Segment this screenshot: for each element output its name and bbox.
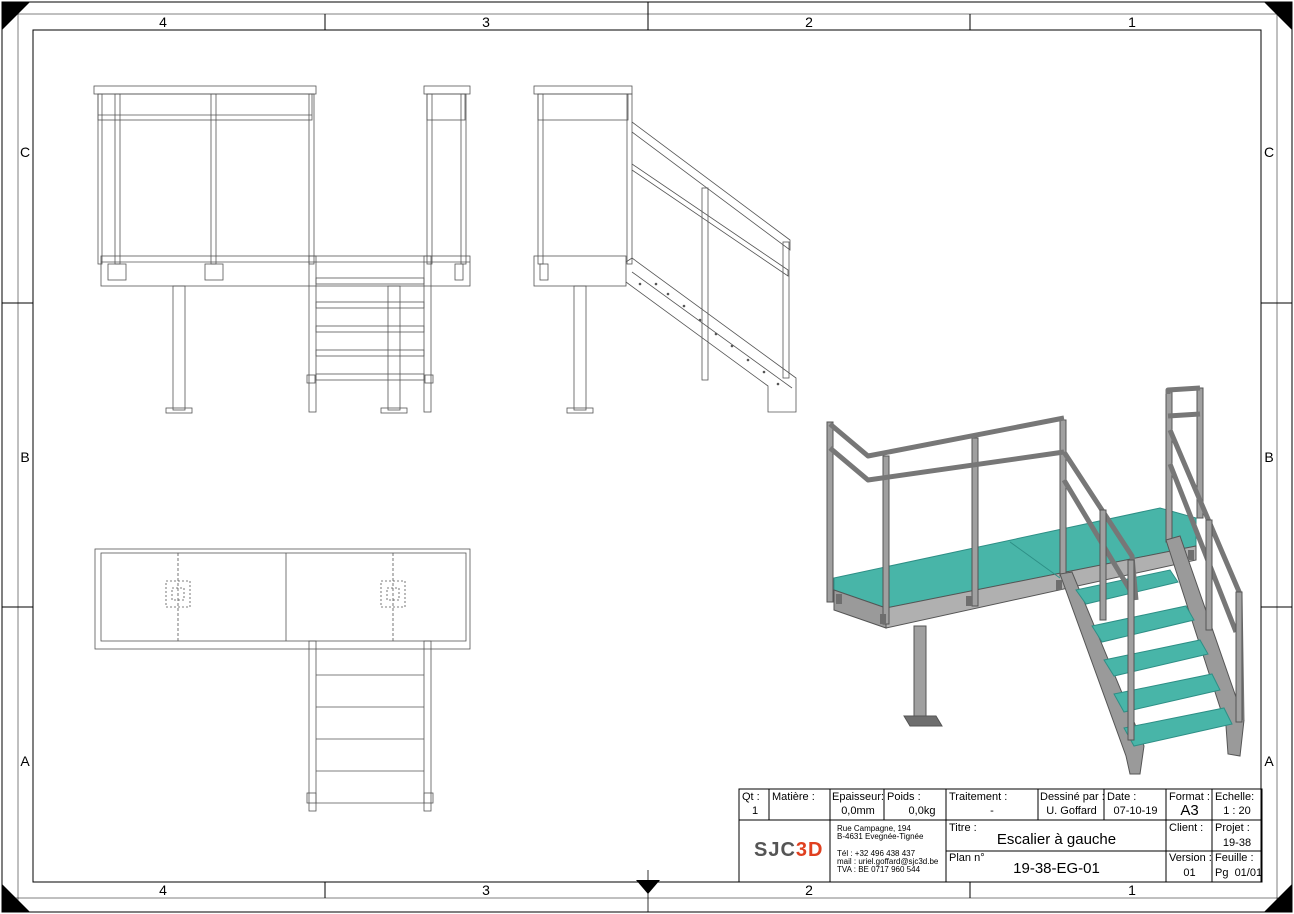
date-value: 07-10-19 [1113, 805, 1158, 817]
company-logo: SJC3D [754, 839, 823, 862]
plan-value: 19-38-EG-01 [1013, 860, 1100, 877]
zone-row-c-left: C [19, 144, 31, 160]
logo-right-text: 3D [795, 839, 824, 861]
corner-mark-tr [1264, 2, 1292, 30]
version-value: 01 [1183, 867, 1196, 879]
zone-row-b-right: B [1264, 449, 1274, 465]
top-view [94, 548, 471, 812]
zone-col-4-bottom: 4 [159, 882, 167, 898]
matiere-label: Matière : [772, 791, 815, 803]
zone-row-a-left: A [20, 753, 30, 769]
feuille-label: Feuille : [1215, 852, 1254, 864]
isometric-view [826, 385, 1245, 775]
titre-value: Escalier à gauche [996, 831, 1117, 848]
epaisseur-label: Epaisseur: [832, 791, 884, 803]
zone-col-3-top: 3 [482, 14, 490, 30]
zone-col-2-bottom: 2 [805, 882, 813, 898]
inner-frame [32, 29, 1262, 883]
format-value: A3 [1180, 802, 1199, 819]
zone-row-b-left: B [20, 449, 30, 465]
zone-col-1-top: 1 [1128, 14, 1136, 30]
echelle-value: 1 : 20 [1223, 805, 1251, 817]
poids-label: Poids : [887, 791, 921, 803]
poids-value: 0,0kg [908, 805, 936, 817]
drawing-sheet: 4 3 2 1 4 3 2 1 C B A C B A Qt : 1 Matiè… [0, 0, 1294, 914]
traitement-value: - [990, 805, 994, 817]
zone-row-a-right: A [1264, 753, 1274, 769]
zone-col-2-top: 2 [805, 14, 813, 30]
projet-value: 19-38 [1222, 837, 1252, 849]
zone-col-4-top: 4 [159, 14, 167, 30]
projet-label: Projet : [1215, 822, 1250, 834]
logo-left-text: SJC [754, 839, 796, 861]
corner-mark-tl [2, 2, 30, 30]
side-view [533, 85, 797, 414]
zone-dividers [2, 2, 1292, 912]
feuille-value: Pg 01/01 [1215, 867, 1263, 879]
zone-row-c-right: C [1263, 144, 1275, 160]
outer-frame [1, 1, 1293, 913]
qt-value: 1 [751, 805, 759, 817]
drawing-canvas [1, 1, 1293, 913]
traitement-label: Traitement : [949, 791, 1008, 803]
front-view [93, 85, 471, 414]
version-label: Version : [1169, 852, 1212, 864]
client-label: Client : [1169, 822, 1204, 834]
vat-number: TVA : BE 0717 960 544 [837, 865, 921, 874]
zone-col-1-bottom: 1 [1128, 882, 1136, 898]
qt-label: Qt : [742, 791, 760, 803]
date-label: Date : [1107, 791, 1137, 803]
address-line-2: B-4631 Evegnée-Tignée [837, 832, 924, 841]
echelle-label: Echelle: [1215, 791, 1255, 803]
dessine-label: Dessiné par : [1040, 791, 1105, 803]
epaisseur-value: 0,0mm [841, 805, 875, 817]
dessine-value: U. Goffard [1046, 805, 1097, 817]
zone-col-3-bottom: 3 [482, 882, 490, 898]
